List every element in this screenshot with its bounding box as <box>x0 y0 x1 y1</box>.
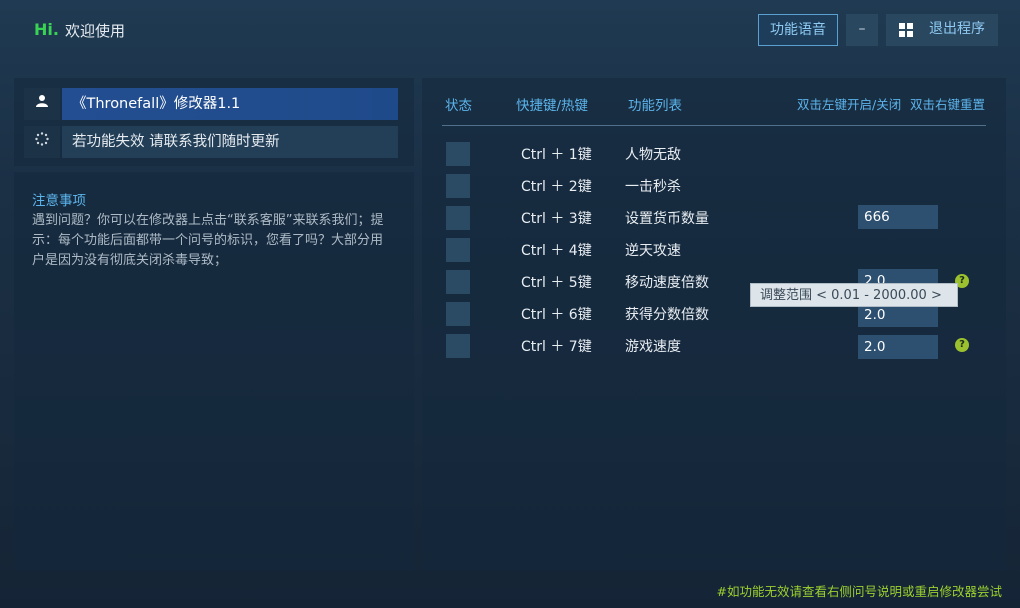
feature-name: 一击秒杀 <box>625 179 681 195</box>
help-icon[interactable]: ? <box>955 338 969 352</box>
footer-hint: #如功能无效请查看右侧问号说明或重启修改器尝试 <box>716 584 1002 599</box>
feature-row: Ctrl ＋ 2键 一击秒杀 <box>0 174 1020 198</box>
feature-toggle[interactable] <box>446 334 470 358</box>
game-speed-input[interactable] <box>858 335 938 359</box>
trainer-title-item[interactable]: 《Thronefall》修改器1.1 <box>24 88 398 120</box>
feature-name: 人物无敌 <box>625 147 681 163</box>
exit-label: 退出程序 <box>929 21 985 37</box>
feature-name: 游戏速度 <box>625 339 681 355</box>
windows-icon <box>899 23 913 37</box>
feature-toggle[interactable] <box>446 174 470 198</box>
title-bar: Hi. 欢迎使用 功能语音 – 退出程序 <box>0 0 1020 62</box>
feature-name: 设置货币数量 <box>625 211 709 227</box>
welcome-label: 欢迎使用 <box>65 22 126 40</box>
feature-name: 逆天攻速 <box>625 243 681 259</box>
feature-hotkey: Ctrl ＋ 7键 <box>521 339 592 355</box>
feature-toggle[interactable] <box>446 142 470 166</box>
feature-toggle[interactable] <box>446 206 470 230</box>
feature-row: Ctrl ＋ 3键 设置货币数量 <box>0 205 1020 230</box>
feature-hotkey: Ctrl ＋ 1键 <box>521 147 592 163</box>
header-features: 功能列表 <box>628 98 682 114</box>
feature-row: Ctrl ＋ 7键 游戏速度 ? <box>0 334 1020 359</box>
feature-hotkey: Ctrl ＋ 4键 <box>521 243 592 259</box>
currency-amount-input[interactable] <box>858 205 938 229</box>
exit-button[interactable]: 退出程序 <box>886 14 998 46</box>
trainer-title: 《Thronefall》修改器1.1 <box>62 88 398 120</box>
minimize-button[interactable]: – <box>846 14 878 46</box>
feature-toggle[interactable] <box>446 270 470 294</box>
header-hotkey: 快捷键/热键 <box>516 98 589 114</box>
header-double-right: 双击右键重置 <box>910 97 986 112</box>
feature-row: Ctrl ＋ 1键 人物无敌 <box>0 142 1020 166</box>
feature-name: 获得分数倍数 <box>625 307 709 323</box>
hi-label: Hi. <box>34 20 59 39</box>
feature-toggle[interactable] <box>446 302 470 326</box>
feature-toggle[interactable] <box>446 238 470 262</box>
feature-hotkey: Ctrl ＋ 5键 <box>521 275 592 291</box>
header-double-left: 双击左键开启/关闭 <box>797 97 902 112</box>
feature-hotkey: Ctrl ＋ 6键 <box>521 307 592 323</box>
feature-hotkey: Ctrl ＋ 3键 <box>521 211 592 227</box>
feature-hotkey: Ctrl ＋ 2键 <box>521 179 592 195</box>
voice-button[interactable]: 功能语音 <box>758 14 838 46</box>
range-tooltip: 调整范围 < 0.01 - 2000.00 > <box>750 283 958 307</box>
feature-row: Ctrl ＋ 4键 逆天攻速 <box>0 238 1020 262</box>
feature-name: 移动速度倍数 <box>625 275 709 291</box>
header-status: 状态 <box>445 98 472 114</box>
user-icon <box>24 88 60 120</box>
header-divider <box>442 125 986 126</box>
